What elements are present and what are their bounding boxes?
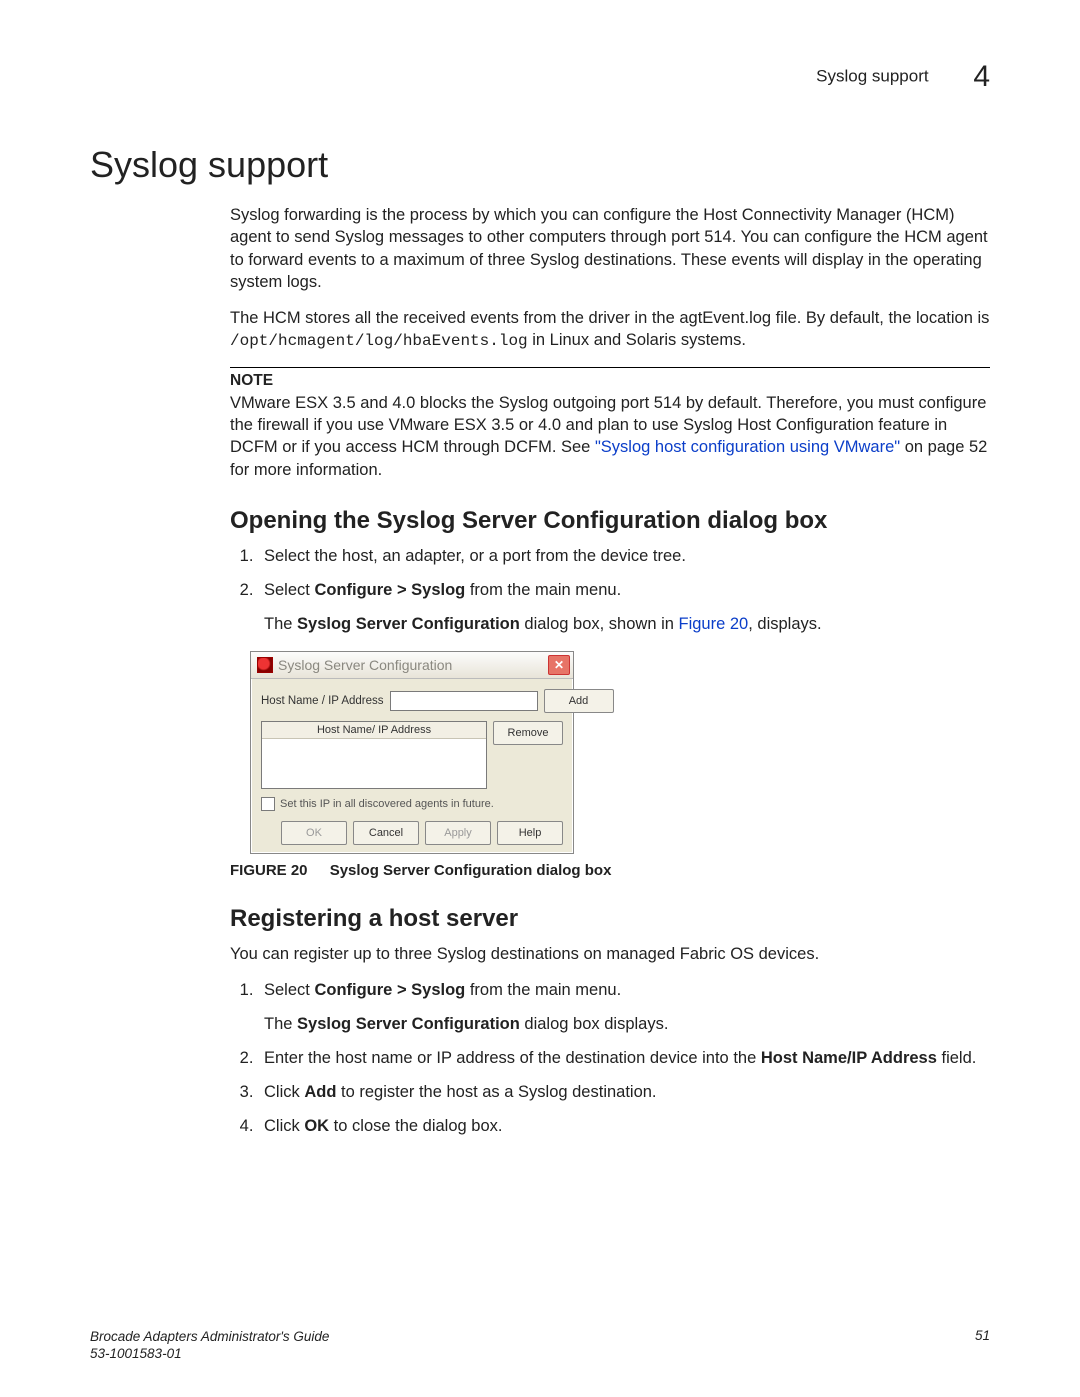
- figure-caption: FIGURE 20 Syslog Server Configuration di…: [230, 862, 990, 879]
- footer-docnum: 53-1001583-01: [90, 1345, 329, 1363]
- register-steps: Select Configure > Syslog from the main …: [230, 979, 990, 1139]
- host-listbox[interactable]: Host Name/ IP Address: [261, 721, 487, 789]
- note-divider: [230, 367, 990, 368]
- figure-text: Syslog Server Configuration dialog box: [330, 862, 612, 879]
- host-input[interactable]: [390, 691, 538, 711]
- running-header: Syslog support 4: [90, 60, 990, 94]
- list-header: Host Name/ IP Address: [262, 722, 486, 739]
- footer-page-number: 51: [975, 1328, 990, 1363]
- register-step-3: Click Add to register the host as a Sysl…: [258, 1081, 990, 1105]
- dialog-title: Syslog Server Configuration: [278, 657, 452, 673]
- future-agents-checkbox[interactable]: [261, 797, 275, 811]
- page-title: Syslog support: [90, 144, 990, 186]
- register-intro: You can register up to three Syslog dest…: [230, 943, 990, 965]
- register-step-1-result: The Syslog Server Configuration dialog b…: [264, 1013, 990, 1037]
- log-path-code: /opt/hcmagent/log/hbaEvents.log: [230, 332, 528, 350]
- ok-button[interactable]: OK: [281, 821, 347, 845]
- add-button[interactable]: Add: [544, 689, 614, 713]
- note-text: VMware ESX 3.5 and 4.0 blocks the Syslog…: [230, 392, 990, 481]
- vmware-config-link[interactable]: "Syslog host configuration using VMware": [595, 438, 900, 456]
- close-icon[interactable]: ✕: [548, 655, 570, 675]
- figure-20-link[interactable]: Figure 20: [679, 615, 749, 633]
- footer-title: Brocade Adapters Administrator's Guide: [90, 1328, 329, 1346]
- intro-paragraph-2: The HCM stores all the received events f…: [230, 307, 990, 353]
- figure-label: FIGURE 20: [230, 862, 308, 879]
- opening-step-1: Select the host, an adapter, or a port f…: [258, 545, 990, 569]
- future-agents-label: Set this IP in all discovered agents in …: [280, 798, 494, 810]
- intro-paragraph-1: Syslog forwarding is the process by whic…: [230, 204, 990, 293]
- opening-steps: Select the host, an adapter, or a port f…: [230, 545, 990, 637]
- remove-button[interactable]: Remove: [493, 721, 563, 745]
- subsection-registering: Registering a host server: [230, 905, 990, 933]
- dialog-titlebar: Syslog Server Configuration ✕: [251, 652, 573, 679]
- register-step-2: Enter the host name or IP address of the…: [258, 1047, 990, 1071]
- chapter-number: 4: [973, 60, 990, 93]
- syslog-config-dialog: Syslog Server Configuration ✕ Host Name …: [250, 651, 574, 854]
- help-button[interactable]: Help: [497, 821, 563, 845]
- header-text: Syslog support: [816, 66, 928, 85]
- opening-step-2-result: The Syslog Server Configuration dialog b…: [264, 613, 990, 637]
- subsection-opening-dialog: Opening the Syslog Server Configuration …: [230, 507, 990, 535]
- note-label: NOTE: [230, 372, 990, 390]
- host-label: Host Name / IP Address: [261, 695, 384, 707]
- apply-button[interactable]: Apply: [425, 821, 491, 845]
- opening-step-2: Select Configure > Syslog from the main …: [258, 579, 990, 637]
- app-icon: [257, 657, 273, 673]
- page-footer: Brocade Adapters Administrator's Guide 5…: [90, 1328, 990, 1363]
- register-step-4: Click OK to close the dialog box.: [258, 1115, 990, 1139]
- register-step-1: Select Configure > Syslog from the main …: [258, 979, 990, 1037]
- cancel-button[interactable]: Cancel: [353, 821, 419, 845]
